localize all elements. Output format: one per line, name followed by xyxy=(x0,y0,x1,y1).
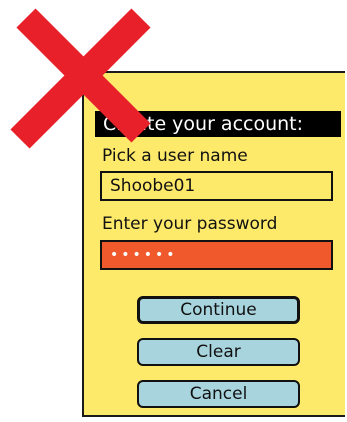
continue-button[interactable]: Continue xyxy=(137,296,300,324)
password-label: Enter your password xyxy=(102,214,278,234)
clear-button[interactable]: Clear xyxy=(137,338,300,366)
cancel-button[interactable]: Cancel xyxy=(137,380,300,408)
mockup-stage: Create your account: Pick a user name Sh… xyxy=(0,0,347,422)
username-field[interactable]: Shoobe01 xyxy=(100,171,333,201)
password-field[interactable]: •••••• xyxy=(100,240,333,270)
username-label: Pick a user name xyxy=(102,146,248,166)
form-title: Create your account: xyxy=(95,111,341,137)
